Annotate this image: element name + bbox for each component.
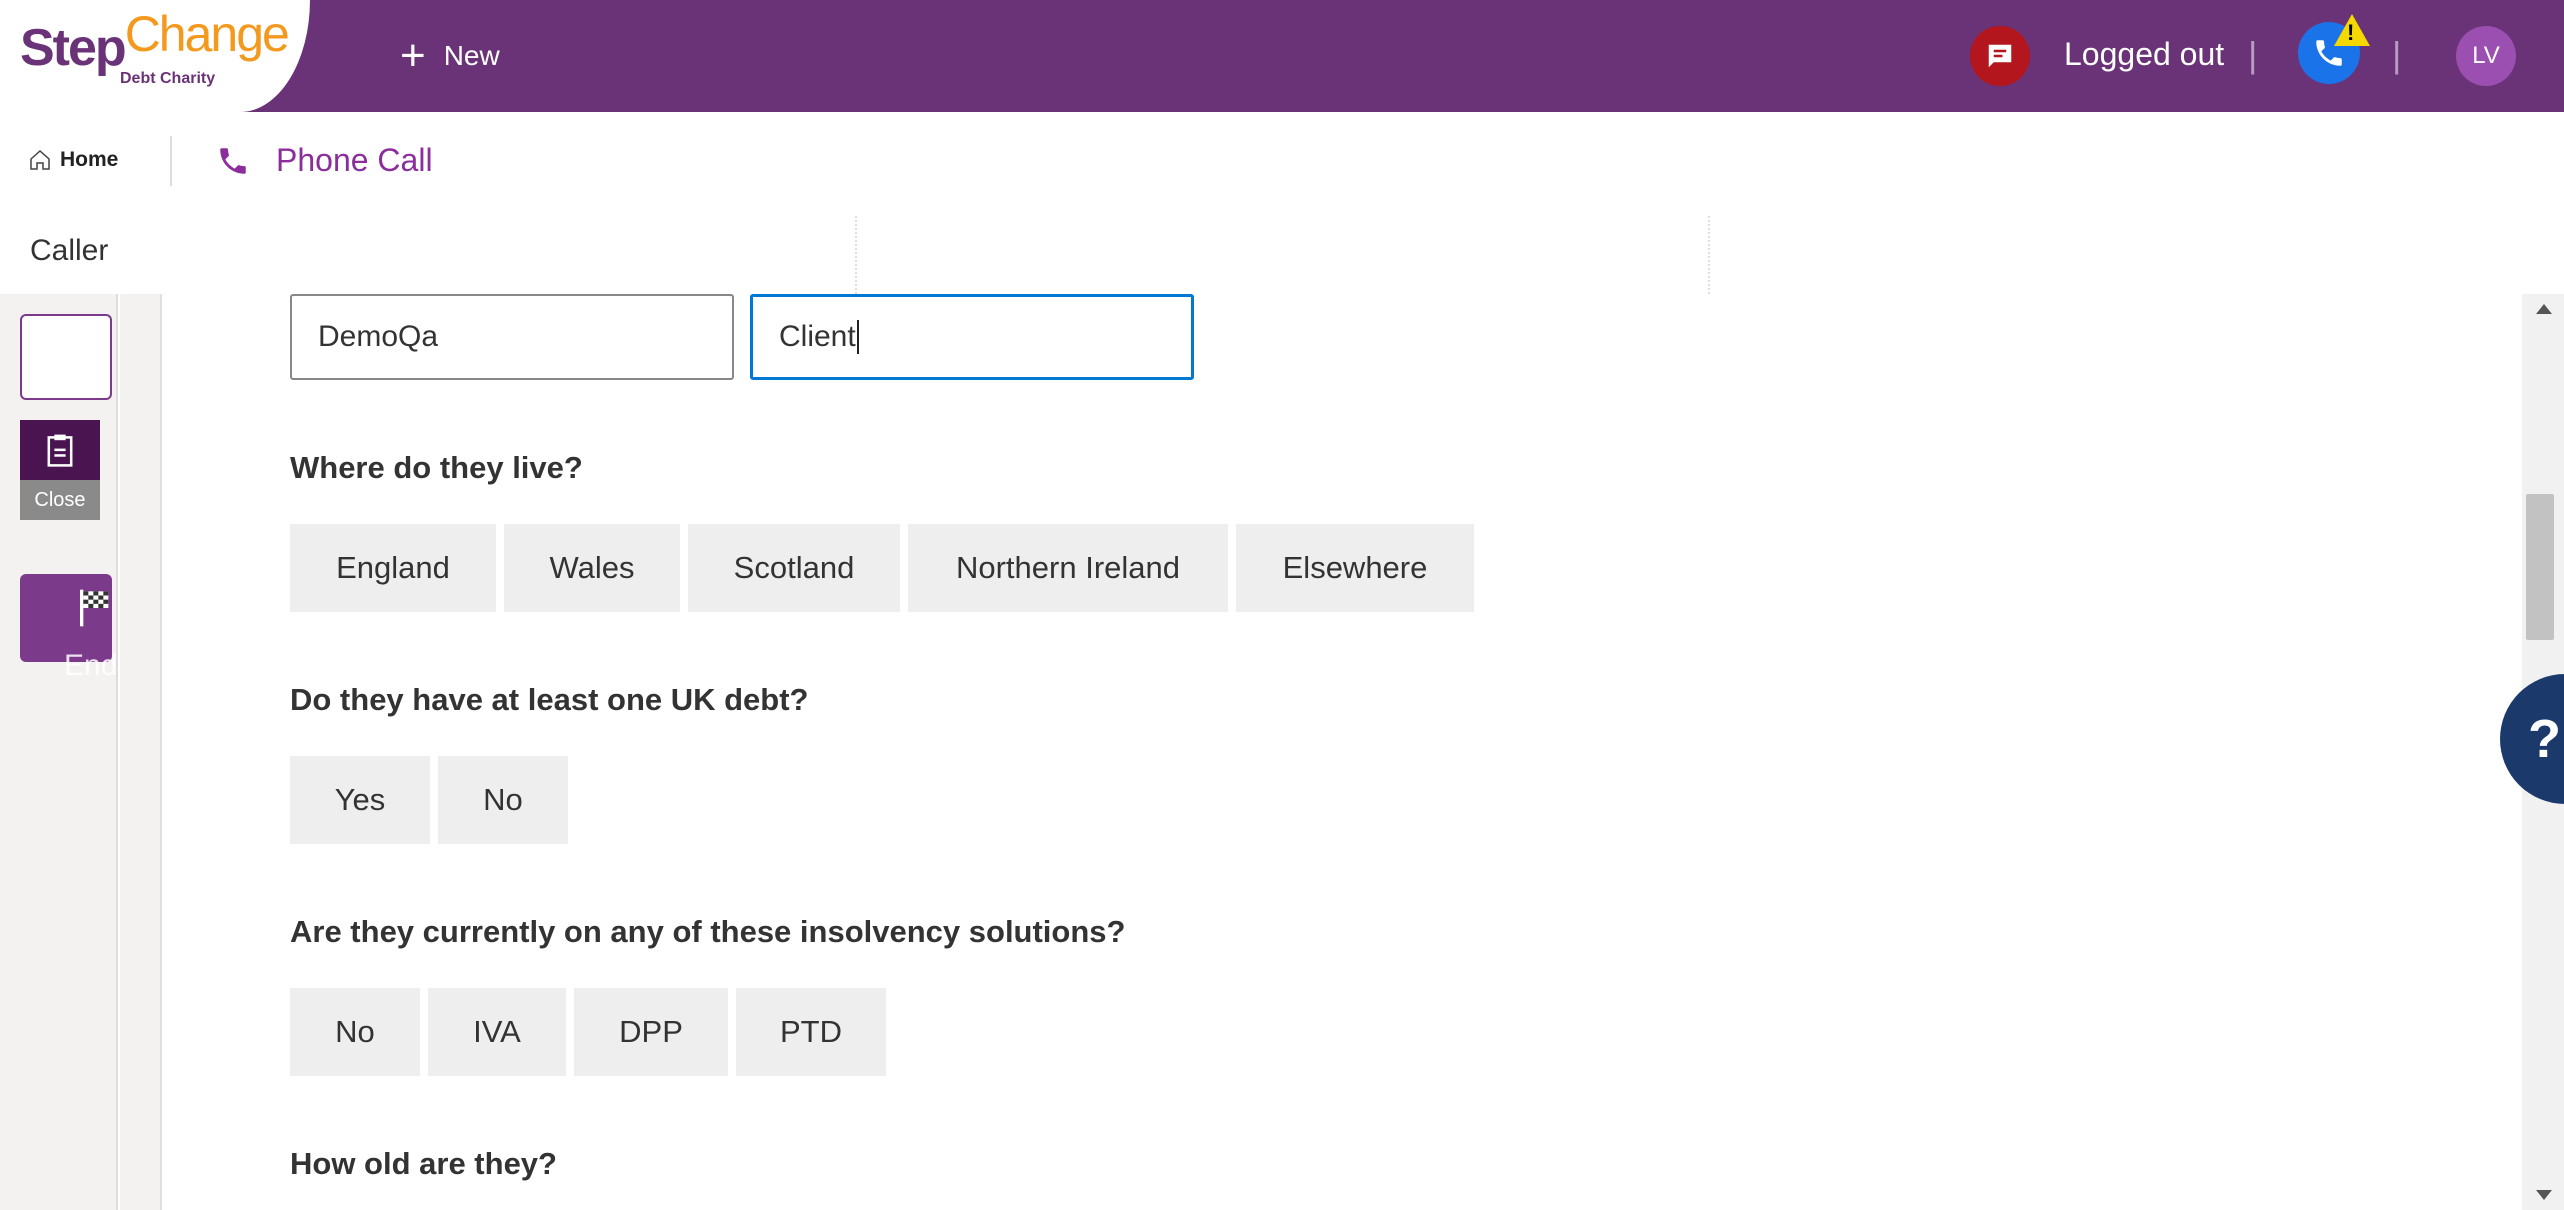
header-divider	[1708, 216, 1710, 294]
new-button-label: New	[443, 40, 500, 71]
option-yes[interactable]: Yes	[290, 756, 430, 844]
phone-icon	[220, 147, 246, 174]
rail-gutter	[120, 294, 162, 1210]
presence-status[interactable]: Logged out	[2064, 36, 2224, 73]
header-divider	[855, 216, 857, 294]
logo-step-text: Step	[20, 19, 127, 77]
scroll-down-icon[interactable]	[2536, 1190, 2552, 1200]
user-avatar[interactable]: LV	[2456, 26, 2516, 86]
option-england[interactable]: England	[290, 524, 496, 612]
plus-icon: +	[400, 31, 426, 80]
warning-icon: !	[2334, 14, 2370, 46]
logo-change-text: Change	[124, 6, 290, 62]
session-tile[interactable]	[20, 314, 112, 400]
home-link[interactable]: Home	[28, 148, 118, 172]
question-insolvency: Are they currently on any of these insol…	[290, 914, 1126, 949]
form-header: Caller	[0, 216, 2564, 294]
end-session-button[interactable]: End Session	[20, 574, 138, 682]
caller-heading: Caller	[30, 234, 109, 267]
question-location: Where do they live?	[290, 450, 583, 485]
insolvency-options: No IVA DPP PTD	[290, 988, 886, 1076]
question-uk-debt: Do they have at least one UK debt?	[290, 682, 809, 717]
uk-debt-options: Yes No	[290, 756, 568, 844]
last-name-value: Client	[779, 320, 856, 353]
main-form: DemoQa Client Where do they live? Englan…	[162, 294, 2522, 1210]
option-elsewhere[interactable]: Elsewhere	[1236, 524, 1474, 612]
option-ptd[interactable]: PTD	[736, 988, 886, 1076]
option-no[interactable]: No	[438, 756, 568, 844]
nav-bar: Home Phone Call	[0, 112, 2564, 216]
divider: |	[2248, 34, 2258, 75]
option-wales[interactable]: Wales	[504, 524, 680, 612]
last-name-input[interactable]: Client	[750, 294, 1194, 380]
logo-charity-text: Debt Charity	[120, 70, 216, 87]
scroll-up-icon[interactable]	[2536, 304, 2552, 314]
text-caret	[856, 320, 859, 354]
nav-divider	[170, 136, 172, 186]
option-iva[interactable]: IVA	[428, 988, 566, 1076]
chat-icon[interactable]	[1970, 26, 2030, 86]
location-options: England Wales Scotland Northern Ireland …	[290, 524, 1474, 612]
option-dpp[interactable]: DPP	[574, 988, 728, 1076]
option-no[interactable]: No	[290, 988, 420, 1076]
checkered-flag-icon	[80, 589, 109, 627]
top-bar: StepChange Debt Charity + New Logged out…	[0, 0, 2564, 112]
scrollbar-thumb[interactable]	[2526, 494, 2554, 640]
clipboard-icon[interactable]	[20, 420, 100, 480]
left-rail: Close End Session	[0, 294, 138, 1210]
divider: |	[2392, 34, 2402, 75]
new-button[interactable]: + New	[400, 30, 500, 82]
home-label: Home	[60, 148, 119, 171]
question-age: How old are they?	[290, 1146, 557, 1181]
close-button[interactable]: Close	[20, 480, 100, 520]
tab-phone-call[interactable]: Phone Call	[216, 142, 433, 179]
first-name-input[interactable]: DemoQa	[290, 294, 734, 380]
home-icon	[30, 149, 50, 170]
tab-label: Phone Call	[276, 142, 433, 178]
option-northern-ireland[interactable]: Northern Ireland	[908, 524, 1228, 612]
option-scotland[interactable]: Scotland	[688, 524, 900, 612]
stepchange-logo[interactable]: StepChange Debt Charity	[20, 6, 290, 87]
logo-area: StepChange Debt Charity	[0, 0, 310, 112]
